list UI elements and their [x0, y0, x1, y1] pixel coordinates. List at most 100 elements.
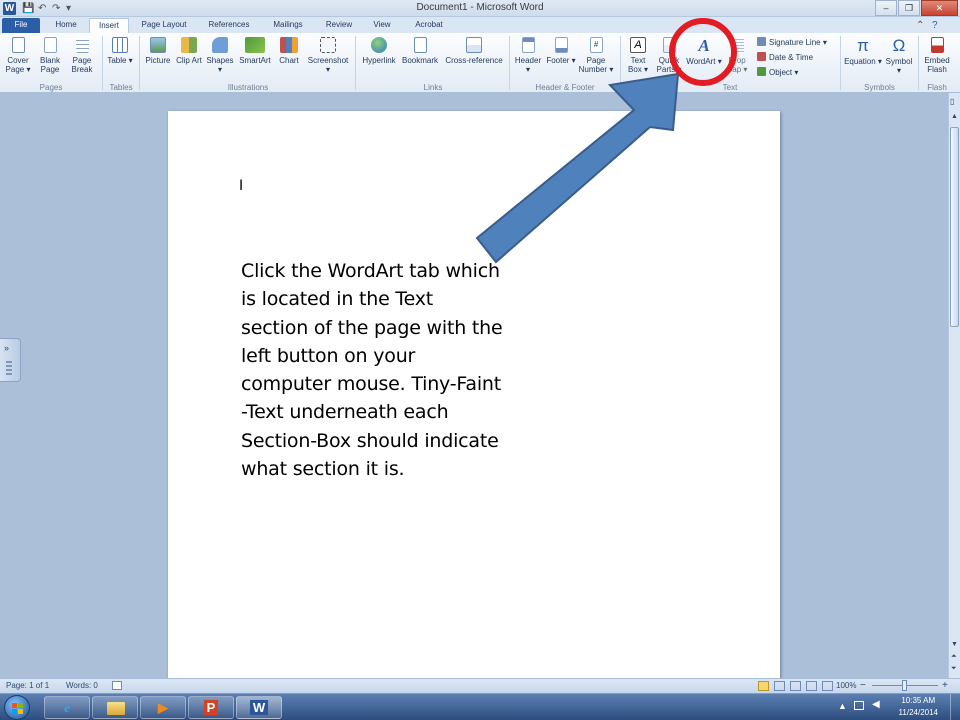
taskbar-file-explorer[interactable] [92, 696, 138, 719]
smartart-button[interactable]: SmartArt [237, 37, 273, 65]
window-title: Document1 - Microsoft Word [416, 2, 544, 13]
tab-home[interactable]: Home [46, 18, 86, 33]
signature-line-label: Signature Line ▾ [769, 38, 827, 47]
blank-page-button[interactable]: Blank Page [35, 37, 65, 74]
taskbar-word[interactable]: W [236, 696, 282, 719]
tab-file[interactable]: File [2, 18, 40, 33]
table-icon [112, 37, 128, 53]
tab-review[interactable]: Review [318, 18, 360, 33]
group-label-symbols: Symbols [864, 83, 895, 92]
drop-cap-button[interactable]: Drop Cap ▾ [723, 37, 751, 74]
cross-reference-button[interactable]: Cross-reference [441, 37, 507, 65]
previous-page-icon[interactable]: ⏶ [951, 653, 957, 661]
chart-button[interactable]: Chart [276, 37, 302, 65]
scroll-up-icon[interactable]: ▲ [951, 113, 958, 120]
tab-view[interactable]: View [362, 18, 402, 33]
outline-view-icon[interactable] [806, 681, 817, 691]
powerpoint-icon: P [189, 700, 233, 716]
proofing-icon[interactable] [112, 681, 122, 690]
bookmark-label: Bookmark [401, 56, 438, 65]
group-label-text: Text [722, 83, 738, 92]
embed-flash-button[interactable]: Embed Flash [921, 37, 953, 74]
zoom-out-icon[interactable]: − [860, 681, 866, 691]
clip-art-button[interactable]: Clip Art [176, 37, 202, 65]
minimize-ribbon-icon[interactable]: ⌃ [916, 19, 924, 32]
print-layout-view-icon[interactable] [758, 681, 769, 691]
date-time-button[interactable]: Date & Time [757, 52, 813, 63]
footer-button[interactable]: Footer ▾ [545, 37, 577, 65]
volume-icon[interactable]: ◀ [872, 699, 880, 710]
cover-page-label: Cover Page ▾ [5, 56, 31, 74]
globe-icon [371, 37, 387, 53]
word-count[interactable]: Words: 0 [66, 681, 98, 691]
help-icon[interactable]: ? [932, 19, 938, 32]
navigation-pane-toggle[interactable]: » [0, 338, 21, 382]
system-clock[interactable]: 10:35 AM 11/24/2014 [899, 695, 938, 719]
windows-logo-icon [12, 703, 17, 708]
quick-parts-button[interactable]: Quick Parts ▾ [655, 37, 683, 74]
tab-references[interactable]: References [199, 18, 259, 33]
page-break-label: Page Break [71, 56, 93, 74]
taskbar-internet-explorer[interactable]: e [44, 696, 90, 719]
clock-date: 11/24/2014 [898, 708, 938, 717]
hyperlink-button[interactable]: Hyperlink [359, 37, 399, 65]
chart-icon [280, 37, 298, 53]
text-box-icon: A [630, 37, 646, 53]
ruler-toggle-icon[interactable]: ▯ [950, 97, 954, 106]
tab-mailings[interactable]: Mailings [262, 18, 314, 33]
start-button[interactable] [4, 695, 30, 720]
hyperlink-label: Hyperlink [362, 56, 396, 65]
equation-button[interactable]: π Equation ▾ [843, 37, 883, 67]
windows-logo-icon [18, 709, 23, 714]
text-cursor: I [239, 178, 244, 194]
page-break-button[interactable]: Page Break [67, 37, 97, 74]
full-screen-reading-icon[interactable] [774, 681, 785, 691]
show-desktop-button[interactable] [950, 694, 960, 720]
vertical-scrollbar[interactable]: ▯ ▲ ▼ ⏶ ⏷ [948, 93, 960, 678]
bookmark-button[interactable]: Bookmark [400, 37, 440, 65]
shapes-button[interactable]: Shapes ▾ [205, 37, 235, 74]
show-hidden-icons[interactable]: ▲ [838, 701, 847, 711]
network-icon[interactable] [854, 701, 864, 710]
object-button[interactable]: Object ▾ [757, 67, 798, 78]
restore-button[interactable]: ❐ [898, 0, 920, 16]
page-count[interactable]: Page: 1 of 1 [6, 681, 49, 691]
tab-page-layout[interactable]: Page Layout [133, 18, 195, 33]
cover-page-icon [11, 37, 25, 53]
status-bar: Page: 1 of 1 Words: 0 100% − + [0, 678, 960, 693]
header-button[interactable]: Header ▾ [512, 37, 544, 74]
text-box-button[interactable]: A Text Box ▾ [624, 37, 652, 74]
table-button[interactable]: Table ▾ [106, 37, 134, 65]
close-button[interactable]: ✕ [921, 0, 958, 16]
header-label: Header ▾ [514, 56, 542, 74]
next-page-icon[interactable]: ⏷ [951, 665, 957, 673]
tab-insert[interactable]: Insert [89, 18, 129, 33]
page-number-button[interactable]: # Page Number ▾ [578, 37, 614, 74]
cover-page-button[interactable]: Cover Page ▾ [3, 37, 33, 74]
footer-icon [554, 37, 568, 53]
scroll-thumb[interactable] [950, 127, 959, 327]
ribbon-divider [102, 36, 103, 90]
signature-line-button[interactable]: Signature Line ▾ [757, 37, 827, 48]
zoom-slider-thumb[interactable] [902, 680, 907, 691]
web-layout-icon[interactable] [790, 681, 801, 691]
screenshot-button[interactable]: Screenshot ▾ [305, 37, 351, 74]
flash-icon [930, 37, 944, 53]
taskbar-powerpoint[interactable]: P [188, 696, 234, 719]
picture-button[interactable]: Picture [143, 37, 173, 65]
chart-label: Chart [279, 56, 299, 65]
smartart-label: SmartArt [239, 56, 271, 65]
screenshot-icon [320, 37, 336, 53]
scroll-down-icon[interactable]: ▼ [951, 641, 958, 648]
word-icon: W [237, 700, 281, 716]
zoom-level[interactable]: 100% [836, 681, 856, 691]
group-label-flash: Flash [927, 83, 947, 92]
minimize-button[interactable]: – [875, 0, 897, 16]
wordart-button[interactable]: A WordArt ▾ [685, 37, 723, 67]
taskbar-media-player[interactable]: ▶ [140, 696, 186, 719]
media-player-icon: ▶ [158, 700, 168, 715]
draft-view-icon[interactable] [822, 681, 833, 691]
tab-acrobat[interactable]: Acrobat [406, 18, 452, 33]
zoom-in-icon[interactable]: + [942, 681, 948, 691]
symbol-button[interactable]: Ω Symbol ▾ [884, 37, 914, 76]
